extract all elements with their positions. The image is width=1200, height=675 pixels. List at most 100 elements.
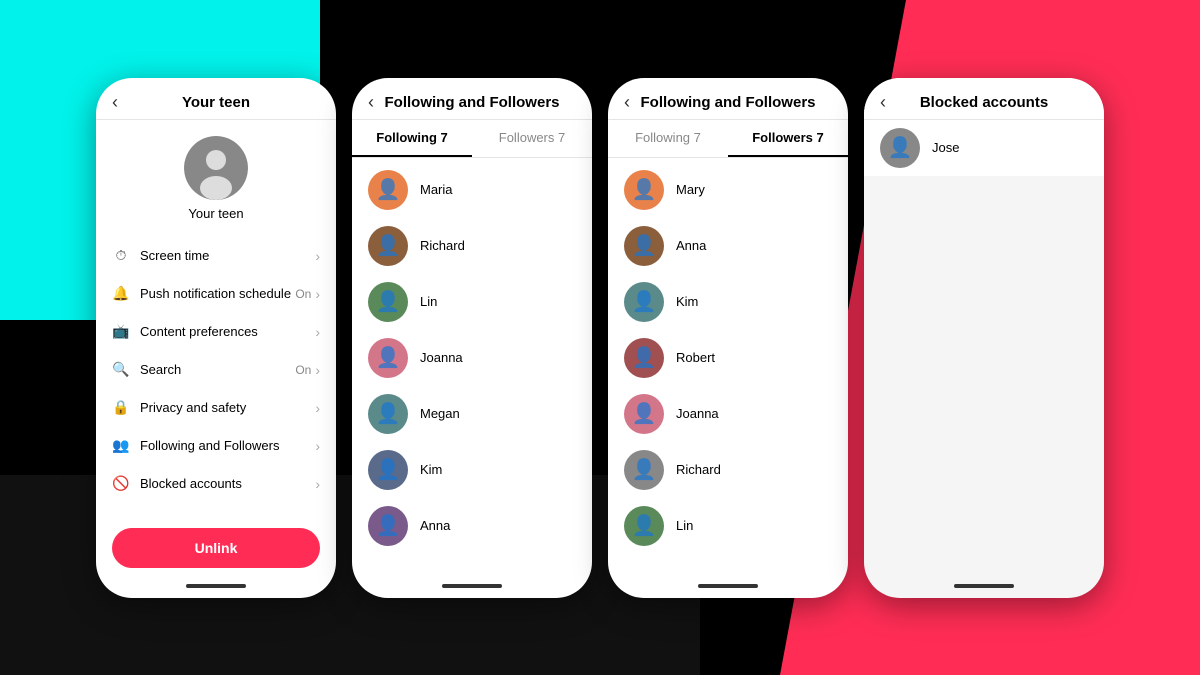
avatar bbox=[184, 136, 248, 200]
menu-item-blocked[interactable]: 🚫 Blocked accounts › bbox=[96, 465, 336, 503]
avatar: 👤 bbox=[624, 170, 664, 210]
back-arrow-icon[interactable]: ‹ bbox=[880, 92, 886, 113]
push-notification-value: On bbox=[295, 287, 311, 301]
teen-name-label: Your teen bbox=[188, 206, 243, 221]
phone-blocked: ‹ Blocked accounts 👤 Jose bbox=[864, 78, 1104, 598]
users-icon: 👥 bbox=[112, 437, 130, 455]
avatar: 👤 bbox=[624, 394, 664, 434]
avatar: 👤 bbox=[880, 128, 920, 168]
tv-icon: 📺 bbox=[112, 323, 130, 341]
phone3-title: Following and Followers bbox=[641, 94, 816, 111]
phones-container: ‹ Your teen Your teen ⏱ Screen time › bbox=[0, 0, 1200, 675]
phone-following: ‹ Following and Followers Following 7 Fo… bbox=[352, 78, 592, 598]
search-value: On bbox=[295, 363, 311, 377]
chevron-icon: › bbox=[315, 248, 320, 264]
user-name: Joanna bbox=[676, 406, 719, 421]
user-name: Kim bbox=[420, 462, 442, 477]
list-item[interactable]: 👤 Anna bbox=[608, 218, 848, 274]
following-list: 👤 Maria 👤 Richard 👤 Lin 👤 Joanna 👤 Megan… bbox=[352, 158, 592, 598]
avatar: 👤 bbox=[624, 282, 664, 322]
back-arrow-icon[interactable]: ‹ bbox=[624, 92, 630, 113]
user-name: Joanna bbox=[420, 350, 463, 365]
phone3-header: ‹ Following and Followers bbox=[608, 78, 848, 120]
avatar: 👤 bbox=[624, 450, 664, 490]
chevron-icon: › bbox=[315, 400, 320, 416]
menu-label-following: Following and Followers bbox=[140, 438, 315, 453]
tab-followers[interactable]: Followers 7 bbox=[472, 120, 592, 157]
menu-label-blocked: Blocked accounts bbox=[140, 476, 315, 491]
user-name: Megan bbox=[420, 406, 460, 421]
menu-label-screen-time: Screen time bbox=[140, 248, 315, 263]
chevron-icon: › bbox=[315, 324, 320, 340]
tab-followers[interactable]: Followers 7 bbox=[728, 120, 848, 157]
phone1-header: ‹ Your teen bbox=[96, 78, 336, 120]
chevron-icon: › bbox=[315, 362, 320, 378]
menu-item-content-preferences[interactable]: 📺 Content preferences › bbox=[96, 313, 336, 351]
lock-icon: 🔒 bbox=[112, 399, 130, 417]
list-item[interactable]: 👤 Richard bbox=[608, 442, 848, 498]
list-item[interactable]: 👤 Lin bbox=[352, 274, 592, 330]
menu-item-screen-time[interactable]: ⏱ Screen time › bbox=[96, 237, 336, 275]
avatar: 👤 bbox=[624, 226, 664, 266]
phone-followers: ‹ Following and Followers Following 7 Fo… bbox=[608, 78, 848, 598]
menu-label-search: Search bbox=[140, 362, 295, 377]
avatar: 👤 bbox=[368, 226, 408, 266]
list-item[interactable]: 👤 Richard bbox=[352, 218, 592, 274]
list-item[interactable]: 👤 Joanna bbox=[608, 386, 848, 442]
avatar: 👤 bbox=[368, 282, 408, 322]
user-name: Kim bbox=[676, 294, 698, 309]
list-item[interactable]: 👤 Robert bbox=[608, 330, 848, 386]
tab-following[interactable]: Following 7 bbox=[352, 120, 472, 157]
menu-item-following[interactable]: 👥 Following and Followers › bbox=[96, 427, 336, 465]
list-item[interactable]: 👤 Jose bbox=[864, 120, 1104, 176]
avatar: 👤 bbox=[624, 338, 664, 378]
phone1-title: Your teen bbox=[182, 94, 250, 111]
user-name: Lin bbox=[676, 518, 693, 533]
tab-following[interactable]: Following 7 bbox=[608, 120, 728, 157]
user-name: Lin bbox=[420, 294, 437, 309]
avatar: 👤 bbox=[624, 506, 664, 546]
teen-avatar-section: Your teen bbox=[96, 120, 336, 229]
list-item[interactable]: 👤 Maria bbox=[352, 162, 592, 218]
blocked-list: 👤 Jose bbox=[864, 120, 1104, 176]
user-name: Robert bbox=[676, 350, 715, 365]
phone2-tabs: Following 7 Followers 7 bbox=[352, 120, 592, 158]
phone4-title: Blocked accounts bbox=[920, 94, 1048, 111]
followers-list: 👤 Mary 👤 Anna 👤 Kim 👤 Robert 👤 Joanna 👤 bbox=[608, 158, 848, 598]
menu-item-privacy[interactable]: 🔒 Privacy and safety › bbox=[96, 389, 336, 427]
user-name: Anna bbox=[420, 518, 450, 533]
clock-icon: ⏱ bbox=[112, 247, 130, 265]
chevron-icon: › bbox=[315, 476, 320, 492]
avatar: 👤 bbox=[368, 506, 408, 546]
bell-icon: 🔔 bbox=[112, 285, 130, 303]
phone2-header: ‹ Following and Followers bbox=[352, 78, 592, 120]
menu-item-search[interactable]: 🔍 Search On › bbox=[96, 351, 336, 389]
menu-label-privacy: Privacy and safety bbox=[140, 400, 315, 415]
list-item[interactable]: 👤 Anna bbox=[352, 498, 592, 554]
list-item[interactable]: 👤 Lin bbox=[608, 498, 848, 554]
phone-your-teen: ‹ Your teen Your teen ⏱ Screen time › bbox=[96, 78, 336, 598]
block-icon: 🚫 bbox=[112, 475, 130, 493]
list-item[interactable]: 👤 Mary bbox=[608, 162, 848, 218]
menu-item-push-notification[interactable]: 🔔 Push notification schedule On › bbox=[96, 275, 336, 313]
menu-label-push-notification: Push notification schedule bbox=[140, 286, 295, 301]
unlink-button[interactable]: Unlink bbox=[112, 528, 320, 568]
avatar: 👤 bbox=[368, 338, 408, 378]
avatar: 👤 bbox=[368, 394, 408, 434]
back-arrow-icon[interactable]: ‹ bbox=[112, 92, 118, 113]
back-arrow-icon[interactable]: ‹ bbox=[368, 92, 374, 113]
list-item[interactable]: 👤 Kim bbox=[352, 442, 592, 498]
list-item[interactable]: 👤 Kim bbox=[608, 274, 848, 330]
menu-label-content-preferences: Content preferences bbox=[140, 324, 315, 339]
user-name: Richard bbox=[676, 462, 721, 477]
user-name: Mary bbox=[676, 182, 705, 197]
phone2-title: Following and Followers bbox=[385, 94, 560, 111]
list-item[interactable]: 👤 Joanna bbox=[352, 330, 592, 386]
list-item[interactable]: 👤 Megan bbox=[352, 386, 592, 442]
chevron-icon: › bbox=[315, 286, 320, 302]
avatar: 👤 bbox=[368, 450, 408, 490]
phone3-tabs: Following 7 Followers 7 bbox=[608, 120, 848, 158]
user-name: Maria bbox=[420, 182, 453, 197]
chevron-icon: › bbox=[315, 438, 320, 454]
user-name: Richard bbox=[420, 238, 465, 253]
